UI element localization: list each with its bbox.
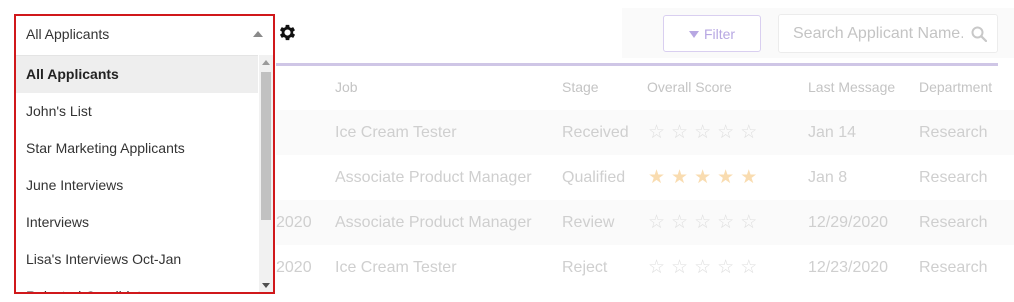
- star-icon[interactable]: ☆: [648, 258, 665, 277]
- star-icon[interactable]: ☆: [740, 258, 757, 277]
- star-icon[interactable]: ☆: [740, 213, 757, 232]
- star-rating[interactable]: ☆ ☆ ☆ ☆ ☆: [648, 245, 757, 290]
- dropdown-option[interactable]: Star Marketing Applicants: [16, 130, 258, 167]
- dropdown-option[interactable]: Lisa's Interviews Oct-Jan: [16, 241, 258, 278]
- dropdown-option[interactable]: Rejected Candidates: [16, 278, 258, 292]
- star-rating[interactable]: ☆ ☆ ☆ ☆ ☆: [648, 110, 757, 155]
- cell-date: 2020: [276, 259, 312, 276]
- star-icon[interactable]: ☆: [648, 213, 665, 232]
- caret-up-icon[interactable]: [253, 31, 263, 37]
- star-icon[interactable]: ☆: [671, 258, 688, 277]
- cell-department: Research: [919, 214, 988, 231]
- cell-last-message: Jan 14: [808, 124, 857, 141]
- star-icon[interactable]: ☆: [717, 213, 734, 232]
- cell-job: Ice Cream Tester: [335, 124, 457, 141]
- dropdown-option[interactable]: All Applicants: [16, 56, 258, 93]
- cell-department: Research: [919, 259, 988, 276]
- cell-department: Research: [919, 124, 988, 141]
- dropdown-options: All Applicants John's List Star Marketin…: [16, 55, 258, 292]
- cell-department: Research: [919, 169, 988, 186]
- filter-button[interactable]: Filter: [663, 15, 761, 52]
- applicant-list-dropdown[interactable]: All Applicants All Applicants John's Lis…: [14, 14, 275, 294]
- column-header-department[interactable]: Department: [919, 79, 992, 95]
- cell-last-message: Jan 8: [808, 169, 848, 186]
- search-box[interactable]: [778, 14, 998, 53]
- cell-stage: Review: [562, 214, 615, 231]
- filter-icon: [688, 31, 699, 38]
- star-icon[interactable]: ☆: [671, 123, 688, 142]
- table-row[interactable]: Ice Cream Tester Received Jan 14 Research ☆ ☆…: [276, 110, 1014, 155]
- dropdown-option[interactable]: Interviews: [16, 204, 258, 241]
- cell-stage: Reject: [562, 259, 608, 276]
- table-row[interactable]: 2020 Ice Cream Tester Reject 12/23/2020 Rese…: [276, 245, 1014, 290]
- cell-job: Associate Product Manager: [335, 169, 532, 186]
- scrollbar-thumb[interactable]: [261, 72, 271, 220]
- search-input[interactable]: [791, 24, 965, 44]
- filter-label: Filter: [703, 25, 736, 42]
- dropdown-option[interactable]: June Interviews: [16, 167, 258, 204]
- star-icon[interactable]: ☆: [717, 258, 734, 277]
- star-icon[interactable]: ★: [648, 168, 665, 187]
- star-icon[interactable]: ★: [740, 168, 757, 187]
- dropdown-option[interactable]: John's List: [16, 93, 258, 130]
- star-icon[interactable]: ☆: [694, 258, 711, 277]
- table-row[interactable]: Associate Product Manager Qualified Jan 8 R…: [276, 155, 1014, 200]
- search-icon[interactable]: [971, 26, 987, 42]
- column-header-stage[interactable]: Stage: [562, 79, 599, 95]
- star-rating[interactable]: ☆ ☆ ☆ ☆ ☆: [648, 200, 757, 245]
- cell-stage: Qualified: [562, 169, 626, 186]
- table-header-bar: [276, 63, 998, 66]
- star-icon[interactable]: ☆: [648, 123, 665, 142]
- star-icon[interactable]: ★: [694, 168, 711, 187]
- cell-date: 2020: [276, 214, 312, 231]
- star-icon[interactable]: ☆: [717, 123, 734, 142]
- gear-icon[interactable]: [277, 22, 298, 43]
- cell-job: Associate Product Manager: [335, 214, 532, 231]
- star-icon[interactable]: ☆: [694, 213, 711, 232]
- cell-job: Ice Cream Tester: [335, 259, 457, 276]
- dropdown-selected[interactable]: All Applicants: [16, 16, 273, 54]
- star-icon[interactable]: ☆: [694, 123, 711, 142]
- scroll-down-icon[interactable]: [262, 283, 270, 288]
- star-icon[interactable]: ☆: [671, 213, 688, 232]
- column-header-score[interactable]: Overall Score: [647, 79, 732, 95]
- cell-stage: Received: [562, 124, 629, 141]
- cell-last-message: 12/29/2020: [808, 214, 889, 231]
- star-rating[interactable]: ★ ★ ★ ★ ★: [648, 155, 757, 200]
- column-header-last-message[interactable]: Last Message: [808, 79, 895, 95]
- cell-last-message: 12/23/2020: [808, 259, 889, 276]
- column-header-job[interactable]: Job: [335, 79, 358, 95]
- table-row[interactable]: 2020 Associate Product Manager Review 12/29…: [276, 200, 1014, 245]
- dropdown-scrollbar[interactable]: [259, 55, 273, 292]
- star-icon[interactable]: ★: [717, 168, 734, 187]
- dropdown-selected-label: All Applicants: [26, 26, 110, 42]
- star-icon[interactable]: ★: [671, 168, 688, 187]
- scroll-up-icon[interactable]: [262, 60, 270, 65]
- star-icon[interactable]: ☆: [740, 123, 757, 142]
